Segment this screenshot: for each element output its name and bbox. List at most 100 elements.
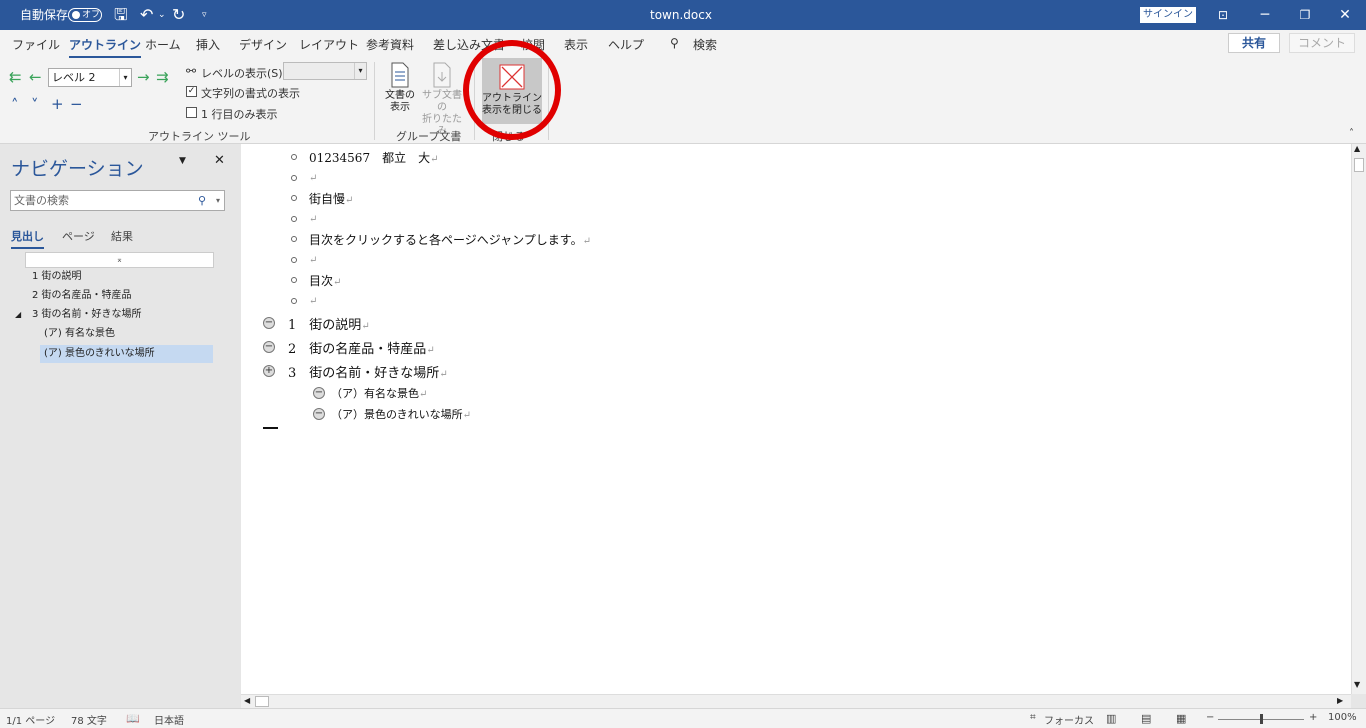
- scroll-up-icon[interactable]: ▲: [1354, 144, 1360, 153]
- body-text: ↵: [309, 296, 318, 307]
- body-text: 街自慢↵: [309, 192, 354, 206]
- print-layout-icon[interactable]: ▤: [1141, 712, 1151, 725]
- scroll-thumb[interactable]: [255, 696, 269, 707]
- document-icon: [391, 62, 409, 88]
- zoom-out-icon[interactable]: −: [1206, 712, 1214, 723]
- body-bullet[interactable]: [291, 277, 297, 283]
- outline-heading-1: 2 街の名産品・特産品↵: [288, 342, 435, 357]
- search-icon[interactable]: ⚲: [670, 36, 679, 50]
- minimize-icon[interactable]: ─: [1245, 0, 1285, 30]
- nav-search-input[interactable]: 文書の検索 ⚲ ▾: [10, 190, 225, 211]
- tab-home[interactable]: ホーム: [145, 36, 181, 53]
- collapse-icon[interactable]: −: [70, 95, 83, 113]
- tab-file[interactable]: ファイル: [12, 36, 60, 53]
- show-text-format-checkbox[interactable]: ✓: [186, 86, 197, 97]
- scroll-thumb[interactable]: [1354, 158, 1364, 172]
- body-bullet[interactable]: [291, 257, 297, 263]
- outline-tools-group-label: アウトライン ツール: [148, 130, 251, 143]
- tab-layout[interactable]: レイアウト: [299, 36, 359, 53]
- body-text: 目次をクリックすると各ページへジャンプします。↵: [309, 233, 591, 247]
- tab-help[interactable]: ヘルプ: [608, 36, 644, 53]
- focus-button[interactable]: フォーカス: [1044, 712, 1094, 727]
- outline-heading-2: （ア）有名な景色↵: [331, 387, 428, 400]
- scroll-left-icon[interactable]: ◀: [244, 696, 250, 705]
- body-bullet[interactable]: [291, 195, 297, 201]
- demote-icon[interactable]: →: [137, 68, 150, 86]
- expand-triangle-icon[interactable]: ◢: [15, 306, 21, 324]
- body-bullet[interactable]: [291, 236, 297, 242]
- signin-button[interactable]: サインイン: [1140, 7, 1196, 23]
- nav-tab-headings[interactable]: 見出し: [11, 228, 44, 249]
- redo-icon[interactable]: ↻: [172, 0, 185, 30]
- collapse-heading-icon[interactable]: −: [313, 408, 325, 420]
- scroll-right-icon[interactable]: ▶: [1337, 696, 1343, 705]
- close-icon[interactable]: ✕: [214, 153, 225, 168]
- nav-heading-item[interactable]: (ア) 有名な景色: [44, 325, 115, 343]
- body-bullet[interactable]: [291, 175, 297, 181]
- horizontal-scrollbar[interactable]: ◀ ▶: [241, 694, 1351, 708]
- tab-insert[interactable]: 挿入: [196, 36, 220, 53]
- nav-heading-item-selected[interactable]: (ア) 景色のきれいな場所: [40, 345, 213, 363]
- first-line-only-checkbox[interactable]: [186, 107, 197, 118]
- share-button[interactable]: 共有: [1228, 33, 1280, 53]
- focus-icon[interactable]: ⌗: [1030, 712, 1036, 723]
- body-bullet[interactable]: [291, 298, 297, 304]
- nav-tab-pages[interactable]: ページ: [62, 228, 95, 244]
- page-count[interactable]: 1/1 ページ: [6, 712, 55, 727]
- comment-button[interactable]: コメント: [1289, 33, 1355, 53]
- undo-icon[interactable]: ↶: [140, 0, 153, 30]
- nav-scroll-top[interactable]: ⌅: [25, 252, 214, 268]
- tell-me-search[interactable]: 検索: [693, 36, 717, 53]
- nav-heading-item[interactable]: 3 街の名前・好きな場所: [32, 306, 142, 324]
- zoom-slider-handle[interactable]: [1260, 714, 1263, 724]
- nav-heading-item[interactable]: 2 街の名産品・特産品: [32, 287, 132, 305]
- zoom-level[interactable]: 100%: [1328, 712, 1357, 723]
- nav-heading-item[interactable]: 1 街の説明: [32, 268, 82, 286]
- document-area[interactable]: 01234567 都立 大↵ ↵ 街自慢↵ ↵ 目次をクリックすると各ページへジ…: [241, 144, 1351, 694]
- promote-icon[interactable]: ←: [29, 68, 42, 86]
- body-bullet[interactable]: [291, 154, 297, 160]
- customize-icon[interactable]: ▿: [202, 0, 207, 30]
- web-layout-icon[interactable]: ▦: [1176, 712, 1186, 725]
- collapse-heading-icon[interactable]: −: [313, 387, 325, 399]
- undo-dropdown-icon[interactable]: ⌄: [158, 0, 166, 30]
- collapse-heading-icon[interactable]: −: [263, 341, 275, 353]
- tab-view[interactable]: 表示: [564, 36, 588, 53]
- body-text: ↵: [309, 173, 318, 184]
- collapse-heading-icon[interactable]: −: [263, 317, 275, 329]
- highlight-ring: [463, 40, 561, 140]
- autosave-toggle[interactable]: オフ: [68, 8, 102, 22]
- close-icon[interactable]: ✕: [1325, 0, 1365, 30]
- promote-to-heading1-icon[interactable]: ⇇: [9, 68, 22, 86]
- collapse-ribbon-icon[interactable]: ˄: [1349, 128, 1354, 139]
- search-icon[interactable]: ⚲: [198, 191, 206, 210]
- outline-level-select[interactable]: レベル 2 ▾: [48, 68, 132, 87]
- scroll-down-icon[interactable]: ▼: [1354, 680, 1360, 689]
- outline-heading-1: 3 街の名前・好きな場所↵: [288, 366, 448, 381]
- chevron-down-icon[interactable]: ▾: [216, 191, 220, 210]
- tab-references[interactable]: 参考資料: [366, 36, 414, 53]
- vertical-scrollbar[interactable]: ▲ ▼: [1351, 144, 1366, 694]
- body-bullet[interactable]: [291, 216, 297, 222]
- show-document-button[interactable]: 文書の 表示: [382, 62, 418, 114]
- save-icon[interactable]: 🖫: [114, 0, 128, 30]
- word-count[interactable]: 78 文字: [71, 712, 107, 727]
- collapse-subdocuments-button[interactable]: サブ文書の 折りたたみ: [418, 62, 466, 138]
- show-level-select[interactable]: ▾: [283, 62, 367, 80]
- nav-options-icon[interactable]: ▼: [179, 156, 186, 166]
- move-down-icon[interactable]: ˅: [31, 96, 39, 114]
- restore-icon[interactable]: ❐: [1285, 0, 1325, 30]
- demote-to-body-icon[interactable]: ⇉: [156, 68, 169, 86]
- language[interactable]: 日本語: [154, 712, 184, 727]
- expand-icon[interactable]: +: [51, 95, 64, 113]
- zoom-in-icon[interactable]: +: [1309, 712, 1317, 723]
- expand-heading-icon[interactable]: +: [263, 365, 275, 377]
- chevron-down-icon: ▾: [354, 63, 366, 79]
- tab-outline[interactable]: アウトライン: [69, 36, 142, 59]
- ribbon-display-icon[interactable]: ⊡: [1203, 0, 1243, 30]
- proofing-icon[interactable]: 📖: [126, 712, 140, 725]
- move-up-icon[interactable]: ˄: [11, 96, 19, 114]
- tab-design[interactable]: デザイン: [239, 36, 287, 53]
- read-mode-icon[interactable]: ▥: [1106, 712, 1116, 725]
- nav-tab-results[interactable]: 結果: [111, 228, 133, 244]
